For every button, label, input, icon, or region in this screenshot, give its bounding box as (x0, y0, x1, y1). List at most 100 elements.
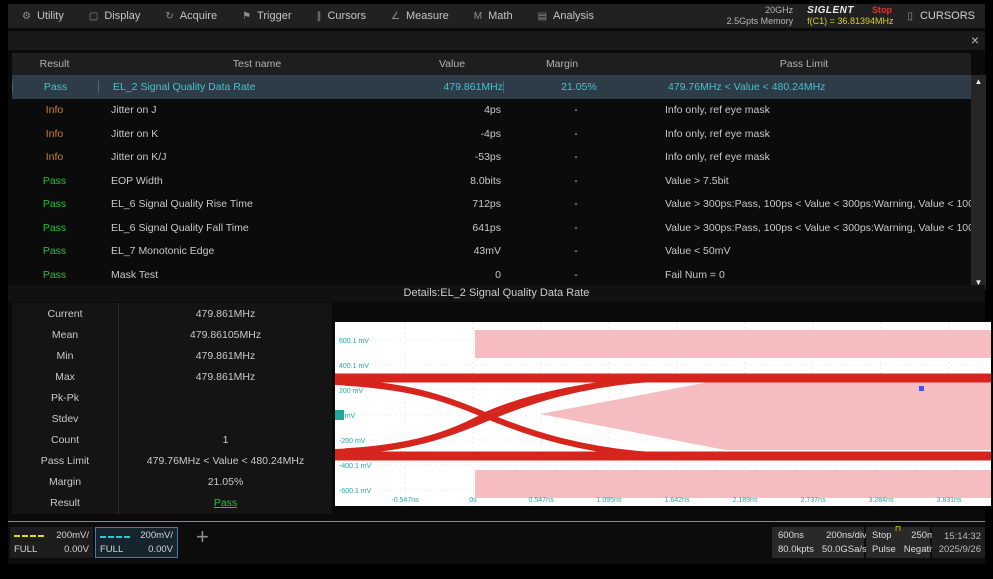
math-icon: M (474, 11, 482, 22)
channel2-offset: 0.00V (137, 544, 174, 555)
stat-label: Min (12, 350, 118, 362)
value-cell: 4ps (431, 104, 501, 116)
table-row[interactable]: Pass EL_6 Signal Quality Rise Time 712ps… (12, 193, 971, 217)
svg-text:1.642ns: 1.642ns (665, 497, 690, 504)
pass-limit-cell: Info only, ref eye mask (651, 128, 971, 140)
trigger-state: Stop (872, 530, 896, 541)
svg-text:-400.1 mV: -400.1 mV (339, 463, 372, 470)
eye-diagram: 600.1 mV 400.1 mV 200 mV 0 mV -200 mV -4… (335, 322, 991, 506)
margin-cell: 21.05% (503, 81, 654, 93)
stat-row: ResultPass (12, 493, 332, 514)
frequency-readout: f(C1) = 36.81394MHz (807, 16, 893, 27)
menu-item-acquire[interactable]: ↻Acquire (165, 10, 217, 22)
stat-row: Max479.861MHz (12, 366, 332, 387)
menu-item-analysis[interactable]: ▤ Analysis (538, 10, 594, 22)
time-label: 15:14:32 (944, 531, 981, 542)
menu-label: Analysis (553, 10, 594, 22)
table-scrollbar[interactable]: ▲ ▼ (971, 75, 986, 290)
scroll-up-icon[interactable]: ▲ (975, 75, 983, 89)
value-cell: 712ps (431, 198, 501, 210)
value-cell: 8.0bits (431, 175, 501, 187)
channel1-scale: 200mV/ (52, 530, 90, 541)
menu-item-utility[interactable]: ⚙Utility (22, 10, 64, 22)
stat-label: Count (12, 434, 118, 446)
pass-limit-cell: Value < 50mV (651, 245, 971, 257)
close-icon[interactable]: × (971, 32, 979, 49)
pass-limit-cell: Value > 300ps:Pass, 100ps < Value < 300p… (651, 222, 971, 234)
stat-result-value: Pass (118, 493, 332, 514)
trigger-box[interactable]: ⊓ Stop 250mV Pulse Negative (866, 527, 930, 558)
pass-limit-cell: Value > 300ps:Pass, 100ps < Value < 300p… (651, 198, 971, 210)
stat-value (118, 408, 332, 429)
svg-text:600.1 mV: 600.1 mV (339, 338, 369, 345)
stat-value (118, 387, 332, 408)
stat-label: Pk-Pk (12, 392, 118, 404)
menu-label: Math (488, 10, 512, 22)
table-row[interactable]: Info Jitter on K -4ps - Info only, ref e… (12, 122, 971, 146)
clipboard-icon: ▯ (907, 11, 913, 22)
measure-icon: ∠ (391, 11, 400, 22)
menu-item-measure[interactable]: ∠ Measure (391, 10, 449, 22)
timebase-scale: 200ns/div (822, 530, 867, 541)
test-results-table: Result Test name Value Margin Pass Limit… (12, 53, 971, 290)
table-row[interactable]: Pass EL_6 Signal Quality Fall Time 641ps… (12, 216, 971, 240)
menu-item-math[interactable]: M Math (474, 10, 513, 22)
table-header-row: Result Test name Value Margin Pass Limit (12, 53, 971, 75)
result-cell: Pass (12, 245, 97, 257)
pass-limit-cell: Info only, ref eye mask (651, 151, 971, 163)
test-name-cell: EL_6 Signal Quality Fall Time (97, 222, 431, 234)
test-name-cell: Jitter on K/J (97, 151, 431, 163)
svg-text:3.831ns: 3.831ns (937, 497, 962, 504)
stat-label: Current (12, 308, 118, 320)
test-name-cell: EL_2 Signal Quality Data Rate (98, 81, 433, 93)
table-row[interactable]: Info Jitter on K/J -53ps - Info only, re… (12, 146, 971, 170)
mask-regions (475, 330, 991, 498)
acquire-icon: ↻ (165, 11, 173, 22)
acq-state-badge: Stop (872, 5, 892, 16)
stat-label: Margin (12, 476, 118, 488)
header-value: Value (417, 58, 487, 70)
stat-value: 479.76MHz < Value < 480.24MHz (118, 451, 332, 472)
cursors-button[interactable]: ▯ CURSORS (907, 10, 975, 22)
menu-label: Utility (37, 10, 64, 22)
channel1-coupling: FULL (14, 544, 52, 555)
table-row-selected[interactable]: Pass EL_2 Signal Quality Data Rate 479.8… (12, 75, 971, 99)
stat-row: Pk-Pk (12, 387, 332, 408)
header-pass-limit: Pass Limit (637, 58, 971, 70)
stat-value: 479.861MHz (118, 345, 332, 366)
header-result: Result (12, 58, 97, 70)
menu-item-cursors[interactable]: ∥Cursors (316, 10, 366, 22)
menu-item-trigger[interactable]: ⚑Trigger (242, 10, 291, 22)
result-cell: Pass (12, 198, 97, 210)
menu-item-display[interactable]: ▢Display (89, 10, 141, 22)
menu-label: Measure (406, 10, 449, 22)
header-margin: Margin (487, 58, 637, 70)
analysis-icon: ▤ (538, 11, 547, 22)
top-menubar: ⚙Utility ▢Display ↻Acquire ⚑Trigger ∥Cur… (8, 4, 985, 28)
margin-cell: - (501, 222, 651, 234)
trigger-position-icon[interactable]: + (196, 524, 209, 550)
trigger-type: Pulse (872, 544, 896, 555)
svg-text:1.095ns: 1.095ns (597, 497, 622, 504)
pass-limit-cell: 479.76MHz < Value < 480.24MHz (654, 81, 971, 93)
stat-value: 479.861MHz (118, 366, 332, 387)
svg-text:0 mV: 0 mV (339, 413, 356, 420)
stat-row: Stdev (12, 408, 332, 429)
channel2-scale: 200mV/ (137, 530, 174, 541)
siglent-logo: SIGLENT (807, 5, 854, 16)
details-stats-panel: Current479.861MHz Mean479.86105MHz Min47… (12, 303, 332, 514)
table-row[interactable]: Pass Mask Test 0 - Fail Num = 0 (12, 263, 971, 287)
table-row[interactable]: Pass EOP Width 8.0bits - Value > 7.5bit (12, 169, 971, 193)
table-row[interactable]: Pass EL_7 Monotonic Edge 43mV - Value < … (12, 240, 971, 264)
svg-text:0s: 0s (469, 497, 477, 504)
header-test-name: Test name (97, 58, 417, 70)
table-row[interactable]: Info Jitter on J 4ps - Info only, ref ey… (12, 99, 971, 123)
result-cell: Pass (12, 269, 97, 281)
channel2-box[interactable]: 200mV/ FULL 0.00V (95, 527, 178, 558)
channel1-box[interactable]: 200mV/ FULL 0.00V (10, 527, 93, 558)
timebase-box[interactable]: 600ns 200ns/div 80.0kpts 50.0GSa/s (772, 527, 864, 558)
svg-text:-600.1 mV: -600.1 mV (339, 488, 372, 495)
pass-limit-cell: Info only, ref eye mask (651, 104, 971, 116)
stat-label: Result (12, 497, 118, 509)
stat-label: Mean (12, 329, 118, 341)
